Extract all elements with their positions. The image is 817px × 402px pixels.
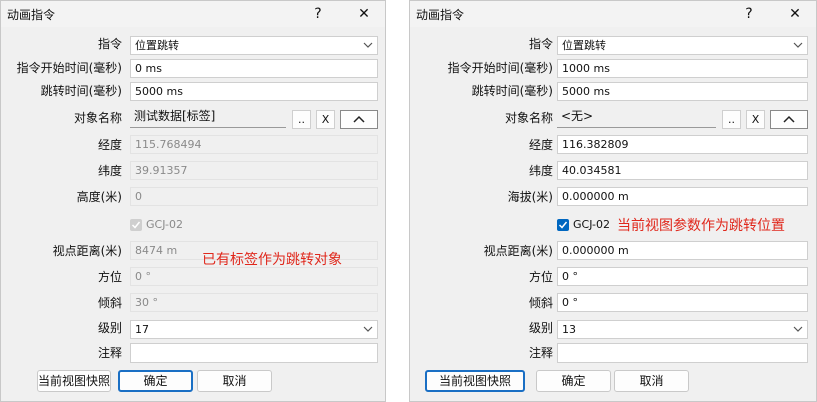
note-label: 注释 bbox=[528, 346, 553, 360]
longitude-label: 经度 bbox=[97, 138, 122, 152]
level-value: 17 bbox=[135, 323, 149, 336]
animation-command-dialog-right: 动画指令 ? ✕ 指令 位置跳转 指令开始时间(毫秒) 1000 ms 跳转时间… bbox=[409, 0, 817, 402]
snapshot-button[interactable]: 当前视图快照 bbox=[37, 370, 111, 392]
longitude-input: 115.768494 bbox=[130, 135, 378, 154]
checkbox-box bbox=[130, 219, 142, 231]
chevron-down-icon bbox=[793, 42, 803, 48]
ok-button[interactable]: 确定 bbox=[536, 370, 611, 392]
gcj02-label: GCJ-02 bbox=[573, 218, 611, 231]
start-time-input[interactable]: 0 ms bbox=[130, 59, 378, 78]
checkbox-box[interactable] bbox=[557, 219, 569, 231]
cancel-button[interactable]: 取消 bbox=[197, 370, 272, 392]
annotation-text: 当前视图参数作为跳转位置 bbox=[617, 218, 785, 234]
jump-time-label: 跳转时间(毫秒) bbox=[40, 84, 122, 98]
jump-time-input[interactable]: 5000 ms bbox=[557, 82, 808, 101]
longitude-label: 经度 bbox=[528, 138, 553, 152]
tilt-input[interactable]: 0 ° bbox=[557, 293, 808, 312]
annotation-text: 已有标签作为跳转对象 bbox=[202, 252, 342, 268]
view-distance-label: 视点距离(米) bbox=[483, 244, 553, 258]
note-label: 注释 bbox=[97, 346, 122, 360]
object-name-label: 对象名称 bbox=[73, 111, 122, 125]
jump-time-label: 跳转时间(毫秒) bbox=[471, 84, 553, 98]
start-time-input[interactable]: 1000 ms bbox=[557, 59, 808, 78]
checkmark-icon bbox=[558, 221, 568, 229]
dialog-title: 动画指令 bbox=[416, 8, 465, 22]
tilt-label: 倾斜 bbox=[97, 296, 122, 310]
latitude-input: 39.91357 bbox=[130, 161, 378, 180]
clear-object-button[interactable]: X bbox=[746, 110, 765, 129]
title-bar: 动画指令 ? ✕ bbox=[410, 1, 816, 27]
cancel-button[interactable]: 取消 bbox=[614, 370, 689, 392]
collapse-button[interactable] bbox=[340, 110, 378, 129]
object-name-field[interactable]: <无> bbox=[557, 107, 716, 128]
chevron-up-icon bbox=[783, 115, 795, 123]
gcj02-label: GCJ-02 bbox=[146, 218, 184, 231]
object-name-field[interactable]: 测试数据[标签] bbox=[130, 107, 286, 128]
level-value: 13 bbox=[562, 323, 576, 336]
chevron-down-icon bbox=[793, 326, 803, 332]
azimuth-label: 方位 bbox=[97, 270, 122, 284]
command-label: 指令 bbox=[97, 37, 122, 51]
command-label: 指令 bbox=[528, 37, 553, 51]
note-input[interactable] bbox=[557, 343, 808, 363]
latitude-input[interactable]: 40.034581 bbox=[557, 161, 808, 180]
altitude-label: 海拔(米) bbox=[507, 190, 553, 204]
help-button[interactable]: ? bbox=[736, 3, 762, 25]
chevron-down-icon bbox=[363, 326, 373, 332]
command-value: 位置跳转 bbox=[562, 39, 606, 52]
browse-object-button[interactable]: .. bbox=[722, 110, 741, 129]
azimuth-input[interactable]: 0 ° bbox=[557, 267, 808, 286]
checkmark-icon bbox=[131, 221, 141, 229]
collapse-button[interactable] bbox=[770, 110, 808, 129]
title-bar: 动画指令 ? ✕ bbox=[1, 1, 385, 27]
tilt-input: 30 ° bbox=[130, 293, 378, 312]
help-button[interactable]: ? bbox=[305, 3, 331, 25]
clear-object-button[interactable]: X bbox=[316, 110, 335, 129]
height-input: 0 bbox=[130, 187, 378, 206]
level-select[interactable]: 13 bbox=[557, 320, 808, 339]
altitude-input[interactable]: 0.000000 m bbox=[557, 187, 808, 206]
close-button[interactable]: ✕ bbox=[782, 3, 808, 25]
chevron-up-icon bbox=[353, 115, 365, 123]
level-label: 级别 bbox=[97, 321, 122, 335]
chevron-down-icon bbox=[363, 42, 373, 48]
snapshot-button[interactable]: 当前视图快照 bbox=[425, 370, 525, 392]
tilt-label: 倾斜 bbox=[528, 296, 553, 310]
start-time-label: 指令开始时间(毫秒) bbox=[16, 61, 122, 75]
view-distance-label: 视点距离(米) bbox=[52, 244, 122, 258]
view-distance-input[interactable]: 0.000000 m bbox=[557, 241, 808, 260]
command-select[interactable]: 位置跳转 bbox=[130, 36, 378, 55]
start-time-label: 指令开始时间(毫秒) bbox=[447, 61, 553, 75]
azimuth-label: 方位 bbox=[528, 270, 553, 284]
latitude-label: 纬度 bbox=[528, 164, 553, 178]
longitude-input[interactable]: 116.382809 bbox=[557, 135, 808, 154]
level-label: 级别 bbox=[528, 321, 553, 335]
object-name-label: 对象名称 bbox=[504, 111, 553, 125]
level-select[interactable]: 17 bbox=[130, 320, 378, 339]
browse-object-button[interactable]: .. bbox=[292, 110, 311, 129]
command-select[interactable]: 位置跳转 bbox=[557, 36, 808, 55]
height-label: 高度(米) bbox=[76, 190, 122, 204]
ok-button[interactable]: 确定 bbox=[118, 370, 193, 392]
command-value: 位置跳转 bbox=[135, 39, 179, 52]
latitude-label: 纬度 bbox=[97, 164, 122, 178]
close-button[interactable]: ✕ bbox=[351, 3, 377, 25]
jump-time-input[interactable]: 5000 ms bbox=[130, 82, 378, 101]
dialog-title: 动画指令 bbox=[7, 8, 56, 22]
animation-command-dialog-left: 动画指令 ? ✕ 指令 位置跳转 指令开始时间(毫秒) 0 ms 跳转时间(毫秒… bbox=[0, 0, 386, 402]
note-input[interactable] bbox=[130, 343, 378, 363]
